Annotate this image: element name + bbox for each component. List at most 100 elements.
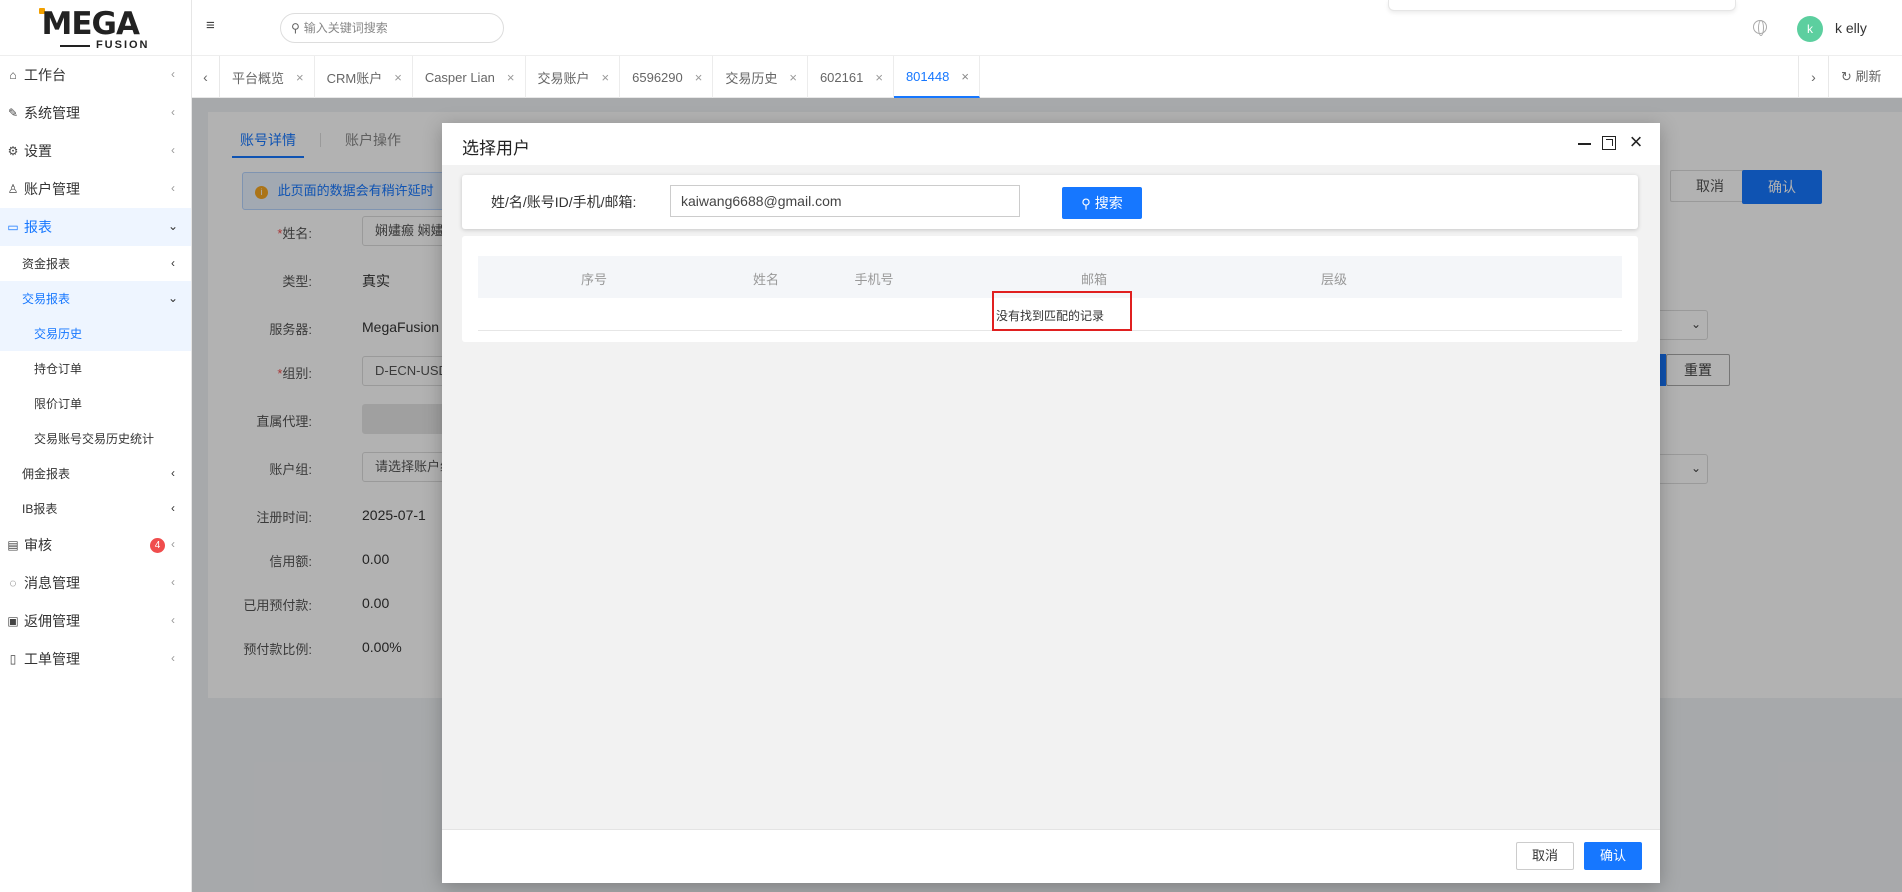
sidebar-item-label: 账户管理 <box>24 181 80 197</box>
search-button-label: 搜索 <box>1094 195 1123 211</box>
notification-badge: 4 <box>150 538 165 553</box>
chevron-left-icon: ‹ <box>171 575 175 589</box>
logo-wordmark: MEGA <box>41 5 140 42</box>
close-icon[interactable]: × <box>394 70 402 85</box>
global-search[interactable]: ⚲ <box>280 13 504 43</box>
column-header-name[interactable]: 姓名 <box>753 269 779 288</box>
dropdown-panel-edge <box>1388 0 1736 11</box>
sidebar-leaf-label: 交易历史 <box>34 327 83 341</box>
refresh-button[interactable]: ↻ 刷新 <box>1828 56 1902 98</box>
tabs-scroll-left-icon[interactable]: ‹ <box>192 56 220 98</box>
chevron-left-icon: ‹ <box>171 651 175 665</box>
tab-label: 801448 <box>905 68 950 84</box>
sidebar-item-accounts[interactable]: ♙ 账户管理 ‹ <box>0 170 191 208</box>
tab-label: Casper Lian <box>424 69 495 85</box>
top-header: ≡ ⚲ k k elly <box>192 0 1902 56</box>
column-header-level[interactable]: 层级 <box>1321 269 1347 288</box>
sidebar-subitem-ib-report[interactable]: IB报表 ‹ <box>0 491 191 526</box>
sidebar-item-audit[interactable]: ▤ 审核 4 ‹ <box>0 526 191 564</box>
sidebar-leaf-limit-orders[interactable]: 限价订单 <box>0 386 191 421</box>
sidebar-item-system[interactable]: ✎ 系统管理 ‹ <box>0 94 191 132</box>
sidebar-item-messages[interactable]: ◌ 消息管理 ‹ <box>0 564 191 602</box>
chevron-left-icon: ‹ <box>171 501 175 515</box>
tab-crm-accounts[interactable]: CRM账户 × <box>315 56 413 98</box>
sidebar-menu: ⌂ 工作台 ‹ ✎ 系统管理 ‹ ⚙ 设置 ‹ ♙ 账户管理 ‹ ▭ 报表 ⌄ … <box>0 56 191 678</box>
minimize-icon[interactable] <box>1578 135 1592 149</box>
sidebar-item-label: 审核 <box>24 537 52 553</box>
sidebar-item-label: 系统管理 <box>24 105 80 121</box>
close-icon[interactable]: × <box>695 70 703 85</box>
sidebar-item-label: 设置 <box>24 143 52 159</box>
close-icon[interactable]: × <box>602 70 610 85</box>
sidebar-subitem-fund-report[interactable]: 资金报表 ‹ <box>0 246 191 281</box>
chevron-left-icon: ‹ <box>171 181 175 195</box>
sidebar-leaf-open-positions[interactable]: 持仓订单 <box>0 351 191 386</box>
column-header-email[interactable]: 邮箱 <box>1081 269 1107 288</box>
sidebar-item-workbench[interactable]: ⌂ 工作台 ‹ <box>0 56 191 94</box>
username[interactable]: k elly <box>1835 20 1867 36</box>
globe-icon[interactable] <box>1753 20 1767 36</box>
tool-icon: ✎ <box>7 106 19 120</box>
chevron-left-icon: ‹ <box>171 537 175 551</box>
logo-subtext: FUSION <box>95 38 150 51</box>
user-search-input[interactable] <box>670 185 1020 217</box>
gear-icon: ⚙ <box>7 144 19 158</box>
user-icon: ♙ <box>7 182 19 196</box>
close-icon[interactable]: × <box>296 70 304 85</box>
sidebar-subitem-label: 资金报表 <box>22 257 71 271</box>
tabs-scroll-right-icon[interactable]: › <box>1798 56 1828 98</box>
dialog-confirm-button[interactable]: 确认 <box>1584 842 1642 870</box>
sidebar-item-reports[interactable]: ▭ 报表 ⌄ <box>0 208 191 246</box>
tab-trading-accounts[interactable]: 交易账户 × <box>526 56 621 98</box>
message-icon: ◌ <box>9 576 17 590</box>
tab-602161[interactable]: 602161 × <box>808 56 894 98</box>
sidebar-subitem-label: 佣金报表 <box>22 467 71 481</box>
column-header-phone[interactable]: 手机号 <box>854 269 893 288</box>
column-header-index[interactable]: 序号 <box>581 269 607 288</box>
tab-6596290[interactable]: 6596290 × <box>620 56 714 98</box>
sidebar-subitem-label: 交易报表 <box>22 292 71 306</box>
sidebar-subitem-trade-report[interactable]: 交易报表 ⌄ <box>0 281 191 316</box>
commission-icon: ▣ <box>7 614 19 628</box>
close-icon[interactable]: × <box>789 70 797 85</box>
tab-label: 交易历史 <box>725 70 778 86</box>
tab-casper-lian[interactable]: Casper Lian × <box>413 56 526 98</box>
chevron-left-icon: ‹ <box>171 466 175 480</box>
close-icon[interactable]: × <box>875 70 883 85</box>
report-icon: ▭ <box>7 220 19 234</box>
home-icon: ⌂ <box>9 68 17 82</box>
sidebar-item-label: 报表 <box>24 219 52 235</box>
sidebar-leaf-account-history-stats[interactable]: 交易账号交易历史统计 <box>0 421 191 456</box>
sidebar-item-settings[interactable]: ⚙ 设置 ‹ <box>0 132 191 170</box>
tab-801448[interactable]: 801448 × <box>893 56 980 98</box>
logo[interactable]: MEGA FUSION <box>0 0 191 56</box>
sidebar-leaf-trade-history[interactable]: 交易历史 <box>0 316 191 351</box>
user-search-panel: 姓/名/账号ID/手机/邮箱: ⚲搜索 <box>462 175 1638 229</box>
chevron-left-icon: ‹ <box>171 143 175 157</box>
page-tabs-bar: ‹ 平台概览 × CRM账户 × Casper Lian × 交易账户 × 65… <box>192 56 1902 98</box>
search-button[interactable]: ⚲ 搜索 <box>1062 187 1142 219</box>
dialog-cancel-button[interactable]: 取消 <box>1516 842 1574 870</box>
sidebar-item-label: 消息管理 <box>24 575 80 591</box>
tab-platform-overview[interactable]: 平台概览 × <box>220 56 315 98</box>
close-icon[interactable]: × <box>961 69 969 84</box>
sidebar-item-tickets[interactable]: ▯ 工单管理 ‹ <box>0 640 191 678</box>
sidebar-leaf-label: 交易账号交易历史统计 <box>34 432 155 446</box>
search-icon: ⚲ <box>1081 196 1091 211</box>
tab-label: 交易账户 <box>537 70 590 86</box>
search-icon: ⚲ <box>291 21 300 35</box>
close-icon[interactable]: × <box>1626 131 1646 153</box>
tab-label: 平台概览 <box>232 70 285 86</box>
tab-trade-history[interactable]: 交易历史 × <box>713 56 808 98</box>
close-icon[interactable]: × <box>507 70 515 85</box>
sidebar-item-label: 返佣管理 <box>24 613 80 629</box>
user-results-table: 序号 姓名 手机号 邮箱 层级 没有找到匹配的记录 <box>462 236 1638 342</box>
avatar[interactable]: k <box>1797 16 1823 42</box>
hamburger-menu-icon[interactable]: ≡ <box>206 18 220 33</box>
sidebar-item-rebate[interactable]: ▣ 返佣管理 ‹ <box>0 602 191 640</box>
global-search-input[interactable] <box>303 21 484 35</box>
dialog-header: 选择用户 × <box>442 123 1660 165</box>
chevron-left-icon: ‹ <box>171 256 175 270</box>
maximize-icon[interactable] <box>1602 136 1616 150</box>
sidebar-subitem-commission-report[interactable]: 佣金报表 ‹ <box>0 456 191 491</box>
